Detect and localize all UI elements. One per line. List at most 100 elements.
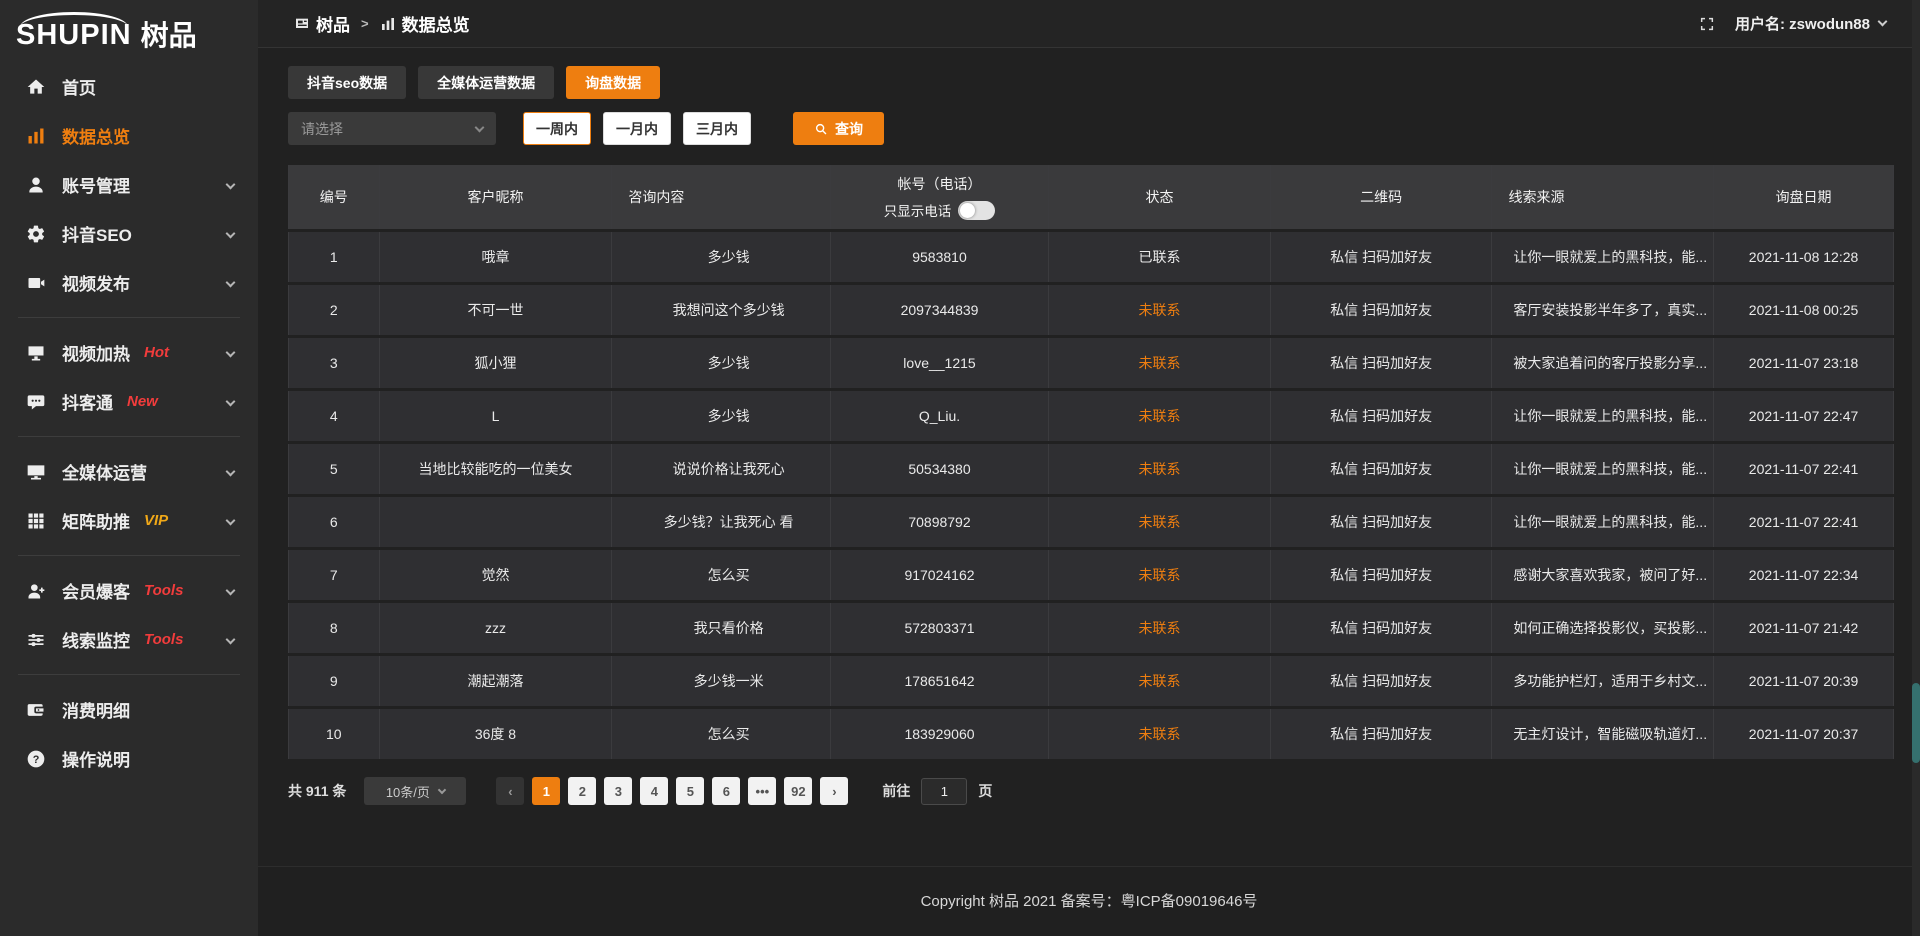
sidebar-item-media-ops[interactable]: 全媒体运营 bbox=[0, 447, 258, 496]
breadcrumb-home[interactable]: 树品 bbox=[294, 11, 350, 36]
cell-nickname: 潮起潮落 bbox=[380, 656, 613, 706]
cell-source-link[interactable]: 让你一眼就爱上的黑科技，能... bbox=[1492, 444, 1714, 494]
tab-0[interactable]: 抖音seo数据 bbox=[288, 66, 406, 99]
cell-status: 未联系 bbox=[1049, 285, 1271, 335]
filter-select-placeholder: 请选择 bbox=[301, 119, 343, 139]
header-nickname: 客户昵称 bbox=[380, 165, 613, 229]
sidebar-item-account-manage[interactable]: 账号管理 bbox=[0, 160, 258, 209]
cell-status: 未联系 bbox=[1049, 656, 1271, 706]
page-button[interactable]: 1 bbox=[532, 777, 560, 805]
tab-1[interactable]: 全媒体运营数据 bbox=[418, 66, 554, 99]
page-size-select[interactable]: 10条/页 bbox=[364, 777, 466, 805]
cell-source-link[interactable]: 无主灯设计，智能磁吸轨道灯... bbox=[1492, 709, 1714, 759]
cell-source-link[interactable]: 如何正确选择投影仪，买投影... bbox=[1492, 603, 1714, 653]
cell-qrcode-link[interactable]: 私信 扫码加好友 bbox=[1271, 444, 1493, 494]
page-button[interactable]: 6 bbox=[712, 777, 740, 805]
chevron-down-icon bbox=[227, 509, 234, 529]
app-window: SHUPIN 树品 首页 数据总览 账号管理 抖音SEO 视频发布 视频加热 H… bbox=[0, 0, 1920, 936]
table-row: 3 狐小狸 多少钱 love__1215 未联系 私信 扫码加好友 被大家追着问… bbox=[288, 338, 1894, 388]
sidebar-item-video-publish[interactable]: 视频发布 bbox=[0, 258, 258, 307]
sidebar-item-consume-detail[interactable]: 消费明细 bbox=[0, 685, 258, 734]
cell-nickname bbox=[380, 497, 613, 547]
cell-qrcode-link[interactable]: 私信 扫码加好友 bbox=[1271, 497, 1493, 547]
header-status: 状态 bbox=[1049, 165, 1271, 229]
cell-source-link[interactable]: 多功能护栏灯，适用于乡村文... bbox=[1492, 656, 1714, 706]
cell-source-link[interactable]: 客厅安装投影半年多了，真实... bbox=[1492, 285, 1714, 335]
cell-qrcode-link[interactable]: 私信 扫码加好友 bbox=[1271, 232, 1493, 282]
sidebar-item-matrix-boost[interactable]: 矩阵助推 VIP bbox=[0, 496, 258, 545]
cell-qrcode-link[interactable]: 私信 扫码加好友 bbox=[1271, 285, 1493, 335]
page-button[interactable]: 92 bbox=[784, 777, 812, 805]
copyright-text: Copyright 树品 2021 备案号：粤ICP备09019646号 bbox=[921, 890, 1258, 911]
cell-account: 572803371 bbox=[831, 603, 1049, 653]
fullscreen-icon[interactable] bbox=[1699, 16, 1715, 32]
cell-account: Q_Liu. bbox=[831, 391, 1049, 441]
sidebar-item-video-heat[interactable]: 视频加热 Hot bbox=[0, 328, 258, 377]
cell-status: 未联系 bbox=[1049, 391, 1271, 441]
cell-qrcode-link[interactable]: 私信 扫码加好友 bbox=[1271, 338, 1493, 388]
scrollbar-thumb[interactable] bbox=[1912, 683, 1920, 763]
user-menu[interactable]: 用户名: zswodun88 bbox=[1735, 13, 1886, 34]
phone-only-toggle[interactable] bbox=[958, 201, 995, 220]
page-button[interactable]: 5 bbox=[676, 777, 704, 805]
page-button[interactable]: 3 bbox=[604, 777, 632, 805]
header-qrcode: 二维码 bbox=[1271, 165, 1493, 229]
goto-page-input[interactable] bbox=[921, 778, 967, 805]
cell-qrcode-link[interactable]: 私信 扫码加好友 bbox=[1271, 603, 1493, 653]
page-button[interactable]: 4 bbox=[640, 777, 668, 805]
cell-source-link[interactable]: 让你一眼就爱上的黑科技，能... bbox=[1492, 497, 1714, 547]
tab-2[interactable]: 询盘数据 bbox=[566, 66, 660, 99]
cell-source-link[interactable]: 被大家追着问的客厅投影分享... bbox=[1492, 338, 1714, 388]
range-button[interactable]: 三月内 bbox=[683, 112, 751, 145]
goto-label: 前往 bbox=[882, 781, 910, 801]
page-scrollbar[interactable] bbox=[1912, 0, 1920, 936]
cell-qrcode-link[interactable]: 私信 扫码加好友 bbox=[1271, 391, 1493, 441]
table-row: 8 zzz 我只看价格 572803371 未联系 私信 扫码加好友 如何正确选… bbox=[288, 603, 1894, 653]
cell-date: 2021-11-07 22:34 bbox=[1714, 550, 1894, 600]
chevron-down-icon bbox=[438, 786, 446, 794]
sidebar-item-douyin-seo[interactable]: 抖音SEO bbox=[0, 209, 258, 258]
logo[interactable]: SHUPIN 树品 bbox=[0, 0, 258, 52]
search-button[interactable]: 查询 bbox=[793, 112, 884, 145]
help-icon: ? bbox=[26, 749, 46, 769]
header-source: 线索来源 bbox=[1492, 165, 1714, 229]
cell-qrcode-link[interactable]: 私信 扫码加好友 bbox=[1271, 709, 1493, 759]
cell-account: 50534380 bbox=[831, 444, 1049, 494]
cell-date: 2021-11-07 22:41 bbox=[1714, 497, 1894, 547]
table-row: 10 36度 8 怎么买 183929060 未联系 私信 扫码加好友 无主灯设… bbox=[288, 709, 1894, 759]
breadcrumb-current[interactable]: 数据总览 bbox=[380, 11, 470, 36]
range-button[interactable]: 一月内 bbox=[603, 112, 671, 145]
screen-icon bbox=[294, 16, 310, 32]
sidebar-item-clue-monitor[interactable]: 线索监控 Tools bbox=[0, 615, 258, 664]
cell-nickname: 哦章 bbox=[380, 232, 613, 282]
chevron-down-icon bbox=[227, 271, 234, 291]
sidebar-item-data-overview[interactable]: 数据总览 bbox=[0, 111, 258, 160]
cell-nickname: 当地比较能吃的一位美女 bbox=[380, 444, 613, 494]
cell-qrcode-link[interactable]: 私信 扫码加好友 bbox=[1271, 550, 1493, 600]
cell-inquiry: 怎么买 bbox=[612, 550, 830, 600]
divider bbox=[18, 555, 240, 556]
cell-qrcode-link[interactable]: 私信 扫码加好友 bbox=[1271, 656, 1493, 706]
sidebar-item-member-burst[interactable]: 会员爆客 Tools bbox=[0, 566, 258, 615]
page-button[interactable]: 2 bbox=[568, 777, 596, 805]
cell-inquiry: 说说价格让我死心 bbox=[612, 444, 830, 494]
header-inquiry: 咨询内容 bbox=[612, 165, 830, 229]
page-button[interactable]: ••• bbox=[748, 777, 776, 805]
sidebar-item-help[interactable]: ? 操作说明 bbox=[0, 734, 258, 783]
cell-source-link[interactable]: 感谢大家喜欢我家，被问了好... bbox=[1492, 550, 1714, 600]
cell-source-link[interactable]: 让你一眼就爱上的黑科技，能... bbox=[1492, 232, 1714, 282]
divider bbox=[18, 674, 240, 675]
filter-select[interactable]: 请选择 bbox=[288, 112, 496, 145]
cell-source-link[interactable]: 让你一眼就爱上的黑科技，能... bbox=[1492, 391, 1714, 441]
sidebar-item-home[interactable]: 首页 bbox=[0, 62, 258, 111]
cell-inquiry: 我想问这个多少钱 bbox=[612, 285, 830, 335]
next-page-button[interactable]: › bbox=[820, 777, 848, 805]
page-size-label: 10条/页 bbox=[386, 782, 430, 801]
cell-nickname: 36度 8 bbox=[380, 709, 613, 759]
prev-page-button[interactable]: ‹ bbox=[496, 777, 524, 805]
cell-no: 7 bbox=[288, 550, 380, 600]
sidebar-item-douketong[interactable]: 抖客通 New bbox=[0, 377, 258, 426]
header-account: 帐号（电话） 只显示电话 bbox=[831, 165, 1049, 229]
range-button[interactable]: 一周内 bbox=[523, 112, 591, 145]
tabs-row: 抖音seo数据全媒体运营数据询盘数据 bbox=[288, 66, 1894, 99]
